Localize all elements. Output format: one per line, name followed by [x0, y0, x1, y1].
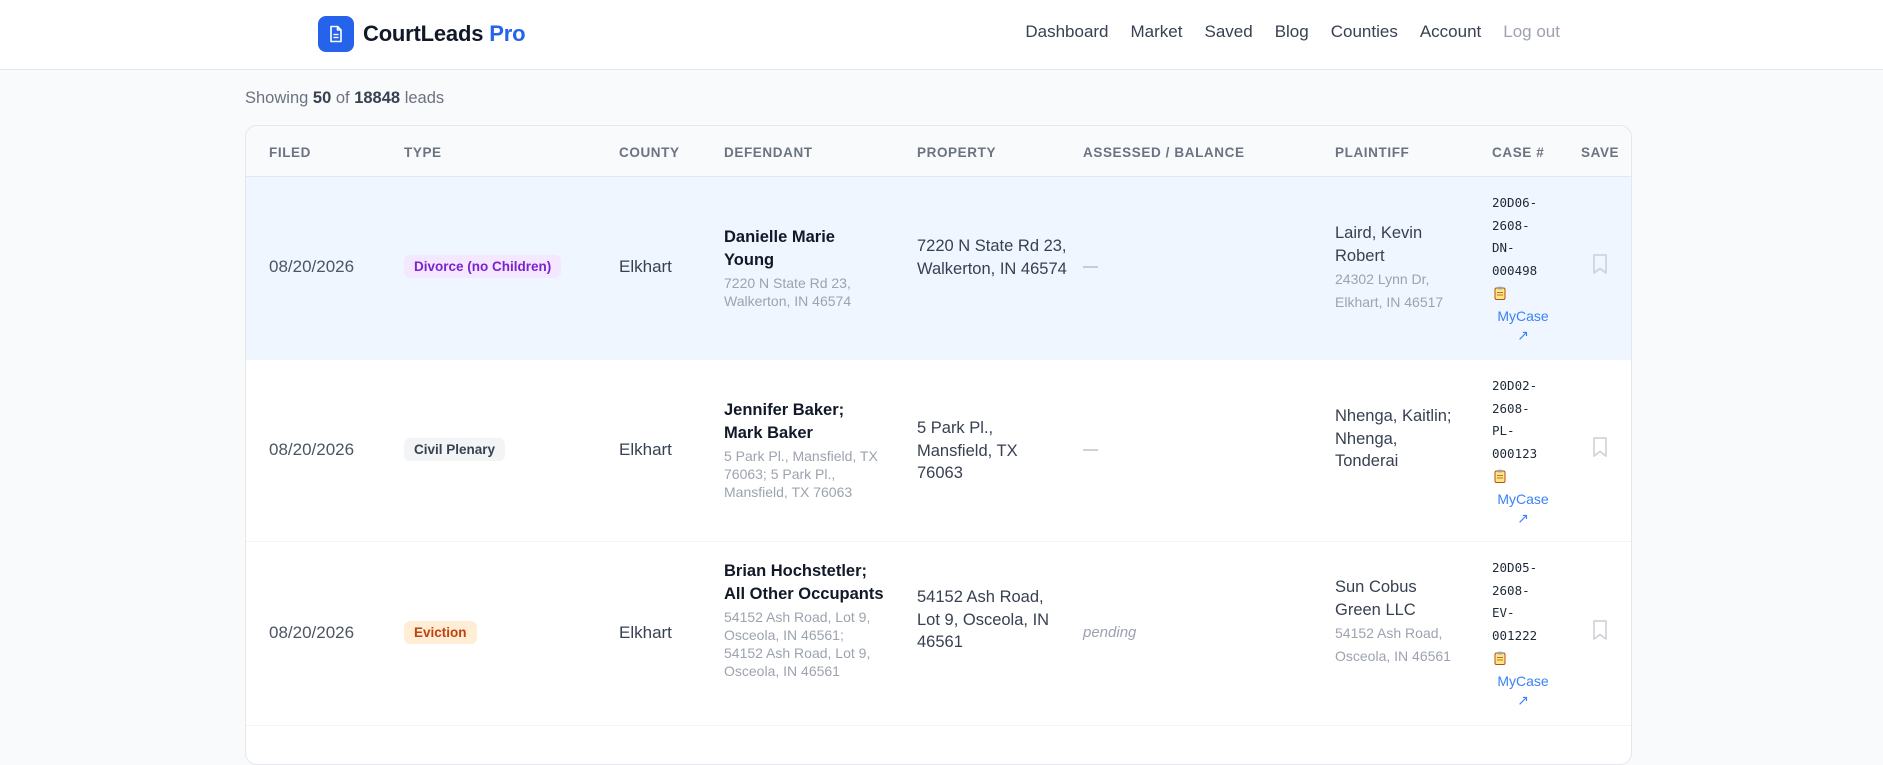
assessed-balance: —	[1083, 258, 1098, 275]
nav-dashboard[interactable]: Dashboard	[1025, 22, 1108, 42]
county: Elkhart	[619, 623, 672, 642]
nav-counties[interactable]: Counties	[1331, 22, 1398, 42]
col-defendant[interactable]: DEFENDANT	[724, 145, 813, 160]
bookmark-icon[interactable]	[1591, 619, 1609, 641]
shown-count: 50	[312, 89, 332, 107]
case-cell: 20D05- 2608- EV- 001222 MyCase ↗	[1492, 557, 1554, 710]
defendant-name: Jennifer Baker; Mark Baker	[724, 401, 845, 442]
table-row[interactable]: 08/20/2026 Divorce (no Children) Elkhart…	[246, 177, 1631, 360]
type-badge: Eviction	[404, 621, 477, 644]
county: Elkhart	[619, 257, 672, 276]
defendant: Danielle Marie Young 7220 N State Rd 23,…	[724, 226, 884, 310]
clipboard-icon	[1494, 286, 1506, 300]
plaintiff-name: Sun Cobus Green LLC	[1335, 578, 1417, 619]
nav-blog[interactable]: Blog	[1275, 22, 1309, 42]
table-row[interactable]: 08/20/2026 Civil Plenary Elkhart Jennife…	[246, 360, 1631, 542]
property-address: 7220 N State Rd 23, Walkerton, IN 46574	[917, 237, 1067, 278]
type-badge: Divorce (no Children)	[404, 255, 562, 278]
leads-table: FILED TYPE COUNTY DEFENDANT PROPERTY ASS…	[245, 125, 1632, 765]
table-row[interactable]: 08/20/2026 Eviction Elkhart Brian Hochst…	[246, 542, 1631, 726]
brand-name: CourtLeads Pro	[363, 21, 526, 46]
filed-date: 08/20/2026	[269, 623, 355, 642]
assessed-balance: pending	[1083, 624, 1137, 641]
plaintiff: Laird, Kevin Robert 24302 Lynn Dr, Elkha…	[1335, 222, 1460, 313]
plaintiff: Sun Cobus Green LLC 54152 Ash Road, Osce…	[1335, 576, 1460, 667]
mycase-link[interactable]: MyCase ↗	[1492, 672, 1554, 710]
brand-suffix: Pro	[489, 21, 526, 46]
col-assessed[interactable]: ASSESSED / BALANCE	[1083, 145, 1245, 160]
type-badge: Civil Plenary	[404, 438, 506, 461]
plaintiff: Nhenga, Kaitlin; Nhenga, Tonderai	[1335, 405, 1460, 473]
table-header: FILED TYPE COUNTY DEFENDANT PROPERTY ASS…	[246, 126, 1631, 177]
clipboard-icon	[1494, 469, 1506, 483]
case-number[interactable]: 20D05- 2608- EV- 001222	[1492, 557, 1554, 647]
col-plaintiff[interactable]: PLAINTIFF	[1335, 145, 1409, 160]
brand[interactable]: CourtLeads Pro	[318, 16, 526, 52]
plaintiff-address: 54152 Ash Road, Osceola, IN 46561	[1335, 625, 1451, 664]
nav-market[interactable]: Market	[1131, 22, 1183, 42]
defendant-address: 5 Park Pl., Mansfield, TX 76063; 5 Park …	[724, 448, 878, 500]
col-property[interactable]: PROPERTY	[917, 145, 996, 160]
filed-date: 08/20/2026	[269, 440, 355, 459]
property-address: 54152 Ash Road, Lot 9, Osceola, IN 46561	[917, 588, 1050, 651]
main-nav: Dashboard Market Saved Blog Counties Acc…	[1003, 22, 1560, 42]
defendant-address: 54152 Ash Road, Lot 9, Osceola, IN 46561…	[724, 609, 871, 679]
property-address: 5 Park Pl., Mansfield, TX 76063	[917, 419, 1018, 482]
top-navbar: CourtLeads Pro Dashboard Market Saved Blo…	[0, 0, 1883, 70]
case-cell: 20D02- 2608- PL- 000123 MyCase ↗	[1492, 375, 1554, 528]
assessed-balance: —	[1083, 441, 1098, 458]
defendant: Brian Hochstetler; All Other Occupants 5…	[724, 560, 884, 680]
clipboard-icon	[1494, 651, 1506, 665]
plaintiff-name: Laird, Kevin Robert	[1335, 224, 1423, 265]
mycase-link[interactable]: MyCase ↗	[1492, 307, 1554, 345]
defendant-name: Brian Hochstetler; All Other Occupants	[724, 562, 884, 603]
plaintiff-name: Nhenga, Kaitlin; Nhenga, Tonderai	[1335, 407, 1452, 470]
bookmark-icon[interactable]	[1591, 253, 1609, 275]
mycase-link[interactable]: MyCase ↗	[1492, 490, 1554, 528]
nav-account[interactable]: Account	[1420, 22, 1481, 42]
document-icon	[318, 16, 354, 52]
filed-date: 08/20/2026	[269, 257, 355, 276]
col-type[interactable]: TYPE	[404, 145, 442, 160]
case-number[interactable]: 20D06- 2608- DN- 000498	[1492, 192, 1554, 282]
case-cell: 20D06- 2608- DN- 000498 MyCase ↗	[1492, 192, 1554, 345]
col-county[interactable]: COUNTY	[619, 145, 680, 160]
defendant-address: 7220 N State Rd 23, Walkerton, IN 46574	[724, 275, 852, 309]
nav-saved[interactable]: Saved	[1204, 22, 1252, 42]
col-save: SAVE	[1581, 145, 1620, 160]
total-count: 18848	[354, 89, 401, 107]
col-filed[interactable]: FILED	[269, 145, 311, 160]
col-case-number[interactable]: CASE #	[1492, 145, 1544, 160]
county: Elkhart	[619, 440, 672, 459]
plaintiff-address: 24302 Lynn Dr, Elkhart, IN 46517	[1335, 271, 1444, 310]
bookmark-icon[interactable]	[1591, 436, 1609, 458]
defendant: Jennifer Baker; Mark Baker 5 Park Pl., M…	[724, 399, 884, 501]
defendant-name: Danielle Marie Young	[724, 228, 835, 269]
nav-logout[interactable]: Log out	[1503, 22, 1560, 42]
results-summary: Showing 50 of 18848 leads	[245, 89, 445, 107]
case-number[interactable]: 20D02- 2608- PL- 000123	[1492, 375, 1554, 465]
